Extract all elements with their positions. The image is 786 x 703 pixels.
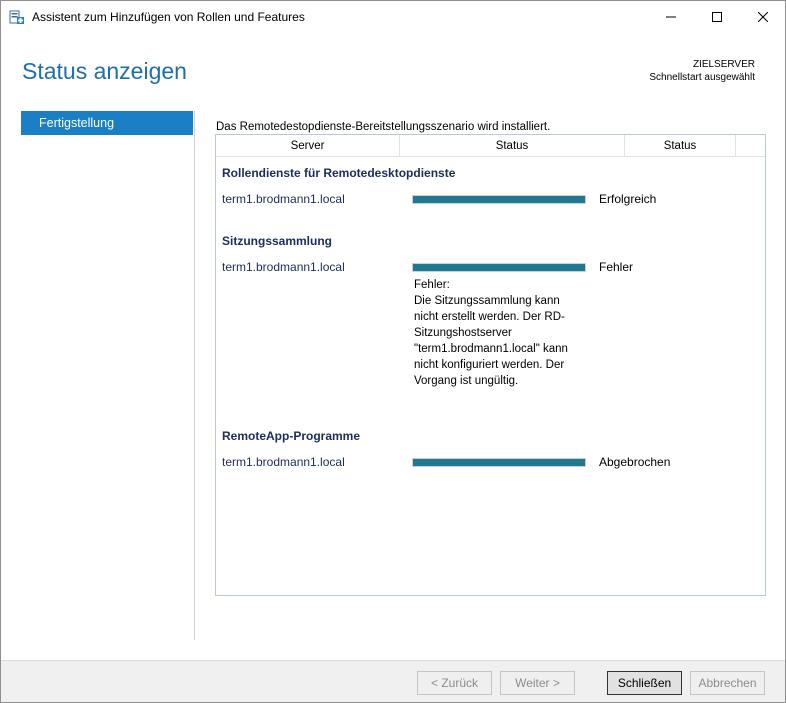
- section-title: RemoteApp-Programme: [222, 429, 361, 443]
- status-text: Abgebrochen: [599, 455, 671, 469]
- nav-item-fertigstellung[interactable]: Fertigstellung: [21, 111, 193, 135]
- intro-text: Das Remotedestopdienste-Bereitstellungss…: [216, 121, 551, 133]
- column-header-status[interactable]: Status: [400, 135, 625, 157]
- nav-divider: [194, 111, 195, 640]
- maximize-button[interactable]: [694, 1, 740, 32]
- column-header-empty: [736, 135, 765, 157]
- section-title: Rollendienste für Remotedesktopdienste: [222, 166, 456, 180]
- cancel-button[interactable]: Abbrechen: [690, 671, 765, 695]
- back-button[interactable]: < Zurück: [417, 671, 492, 695]
- wizard-navigation: Fertigstellung: [21, 111, 193, 135]
- progress-list: Server Status Status Rollendienste für R…: [215, 134, 766, 596]
- server-name: term1.brodmann1.local: [222, 455, 345, 469]
- error-line: nicht konfiguriert werden. Der: [414, 359, 565, 371]
- wizard-window: Assistent zum Hinzufügen von Rollen und …: [0, 0, 786, 703]
- destination-server-info: ZIELSERVER Schnellstart ausgewählt: [649, 58, 755, 84]
- close-window-button[interactable]: [740, 1, 786, 32]
- maximize-icon: [712, 11, 722, 22]
- minimize-icon: [666, 16, 676, 17]
- destination-server-label: ZIELSERVER: [692, 59, 755, 70]
- section-title: Sitzungssammlung: [222, 234, 333, 248]
- error-line: "term1.brodmann1.local" kann: [414, 343, 568, 355]
- page-title: Status anzeigen: [22, 58, 187, 84]
- error-message: Fehler: Die Sitzungssammlung kann nicht …: [414, 277, 589, 389]
- server-name: term1.brodmann1.local: [222, 260, 345, 274]
- status-text: Fehler: [599, 260, 634, 274]
- error-line: Fehler:: [414, 279, 450, 291]
- progress-bar: [412, 263, 586, 272]
- minimize-button[interactable]: [648, 1, 694, 32]
- server-name: term1.brodmann1.local: [222, 192, 345, 206]
- title-bar[interactable]: Assistent zum Hinzufügen von Rollen und …: [1, 1, 785, 32]
- error-line: Vorgang ist ungültig.: [414, 375, 519, 387]
- destination-server-value: Schnellstart ausgewählt: [649, 72, 755, 83]
- server-manager-wizard-icon: [9, 9, 25, 25]
- close-button[interactable]: Schließen: [607, 671, 682, 695]
- progress-bar: [412, 458, 586, 467]
- close-icon: [758, 11, 768, 22]
- error-line: Die Sitzungssammlung kann: [414, 295, 560, 307]
- column-header-server[interactable]: Server: [216, 135, 400, 157]
- next-button[interactable]: Weiter >: [500, 671, 575, 695]
- wizard-footer: < Zurück Weiter > Schließen Abbrechen: [1, 660, 785, 702]
- status-text: Erfolgreich: [599, 192, 657, 206]
- error-line: nicht erstellt werden. Der RD-: [414, 311, 565, 323]
- error-line: Sitzungshostserver: [414, 327, 512, 339]
- progress-bar: [412, 195, 586, 204]
- window-title: Assistent zum Hinzufügen von Rollen und …: [32, 10, 305, 24]
- column-header-status-text[interactable]: Status: [625, 135, 736, 157]
